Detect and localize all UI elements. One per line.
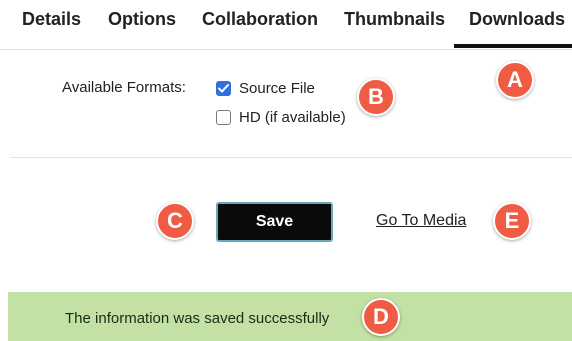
go-to-media-link[interactable]: Go To Media xyxy=(376,212,466,230)
media-edit-page: Details Options Collaboration Thumbnails… xyxy=(0,0,572,341)
tab-thumbnails[interactable]: Thumbnails xyxy=(344,8,445,30)
callout-marker-a: A xyxy=(496,61,534,99)
available-formats-label: Available Formats: xyxy=(62,79,186,96)
source-file-label: Source File xyxy=(239,79,315,97)
tab-details[interactable]: Details xyxy=(22,8,81,30)
callout-marker-d: D xyxy=(362,298,400,336)
tab-options[interactable]: Options xyxy=(108,8,176,30)
hd-checkbox[interactable] xyxy=(216,109,231,125)
tab-collaboration[interactable]: Collaboration xyxy=(202,8,318,30)
tab-downloads[interactable]: Downloads xyxy=(469,8,565,30)
format-option-source-file[interactable]: Source File xyxy=(216,78,315,98)
callout-marker-c: C xyxy=(156,202,194,240)
save-button[interactable]: Save xyxy=(216,202,333,242)
checkmark-icon xyxy=(218,83,229,92)
active-tab-indicator xyxy=(454,44,572,48)
callout-marker-e: E xyxy=(493,202,531,240)
source-file-checkbox[interactable] xyxy=(216,80,231,96)
section-divider xyxy=(10,157,572,158)
tab-bar: Details Options Collaboration Thumbnails… xyxy=(0,0,572,50)
success-message: The information was saved successfully xyxy=(65,310,330,327)
format-option-hd[interactable]: HD (if available) xyxy=(216,107,346,127)
success-banner: The information was saved successfully xyxy=(8,292,572,341)
hd-label: HD (if available) xyxy=(239,108,346,126)
callout-marker-b: B xyxy=(357,78,395,116)
